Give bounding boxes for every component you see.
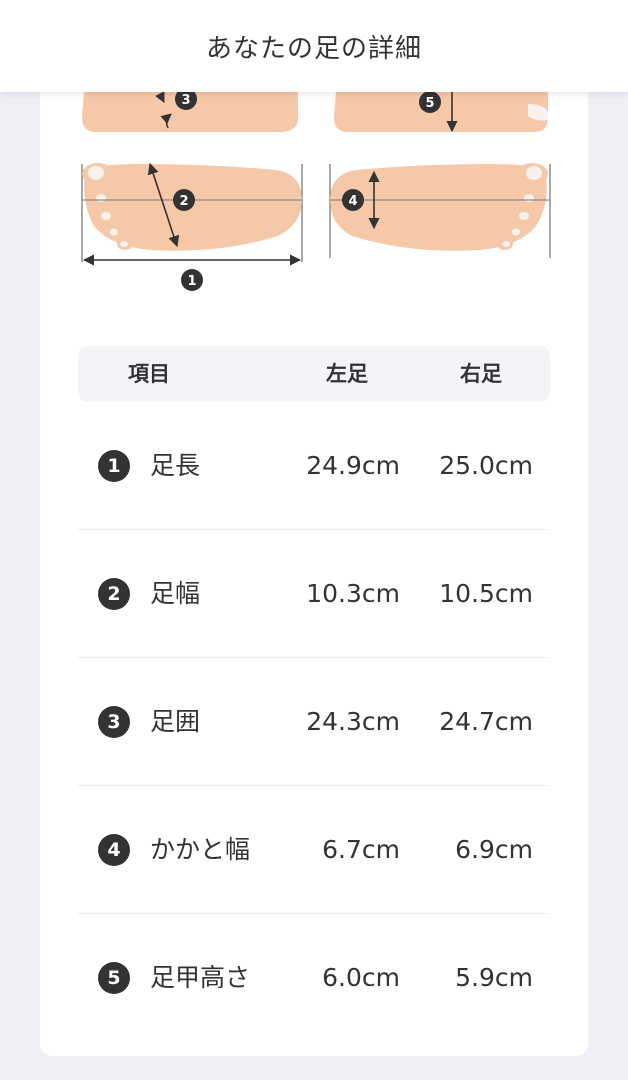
row-number-badge: 1 [98,450,130,482]
table-row-foot-length: 1 足長 24.9cm 25.0cm [78,402,550,530]
left-foot-value: 10.3cm [306,579,400,608]
marker-5-badge: 5 [419,91,441,113]
row-number-badge: 4 [98,834,130,866]
marker-2-badge: 2 [173,189,195,211]
column-header-left-foot: 左足 [326,362,368,386]
right-foot-value: 5.9cm [455,963,533,992]
app-header: あなたの足の詳細 [0,0,628,92]
column-header-right-foot: 右足 [460,362,502,386]
right-foot-value: 25.0cm [439,451,533,480]
marker-1-badge: 1 [181,269,203,291]
measurement-table: 1 足長 24.9cm 25.0cm 2 足幅 10.3cm 10.5cm 3 … [78,402,550,1041]
page-title: あなたの足の詳細 [205,33,422,64]
marker-4-text: 4 [348,194,357,209]
row-label: 足甲高さ [150,963,251,992]
row-label: 足幅 [150,579,201,608]
left-foot-value: 24.3cm [306,707,400,736]
right-foot-side-view [334,90,548,133]
left-foot-value: 24.9cm [306,451,400,480]
row-number-badge: 2 [98,578,130,610]
row-number-badge: 3 [98,706,130,738]
marker-5-text: 5 [425,96,434,111]
row-label: 足長 [150,451,201,480]
row-label: かかと幅 [150,835,251,864]
right-foot-value: 24.7cm [439,707,533,736]
marker-2-text: 2 [179,194,188,209]
row-number-badge: 5 [98,962,130,994]
table-header: 項目 左足 右足 [78,346,550,402]
right-foot-value: 10.5cm [439,579,533,608]
table-row-foot-width: 2 足幅 10.3cm 10.5cm [78,530,550,658]
left-foot-value: 6.0cm [322,963,400,992]
right-foot-value: 6.9cm [455,835,533,864]
marker-3-text: 3 [181,93,190,108]
row-label: 足囲 [150,707,201,736]
table-row-heel-width: 4 かかと幅 6.7cm 6.9cm [78,786,550,914]
column-header-item: 項目 [128,362,170,386]
table-row-foot-girth: 3 足囲 24.3cm 24.7cm [78,658,550,786]
table-row-instep-height: 5 足甲高さ 6.0cm 5.9cm [78,914,550,1041]
left-foot-top-view [81,162,303,266]
right-foot-top-view [329,163,551,258]
marker-1-text: 1 [187,274,196,289]
foot-details-card: 3 5 2 1 4 項目 左足 右足 1 足長 24.9cm 25.0cm 2 … [40,40,588,1056]
marker-4-badge: 4 [342,189,364,211]
left-foot-value: 6.7cm [322,835,400,864]
